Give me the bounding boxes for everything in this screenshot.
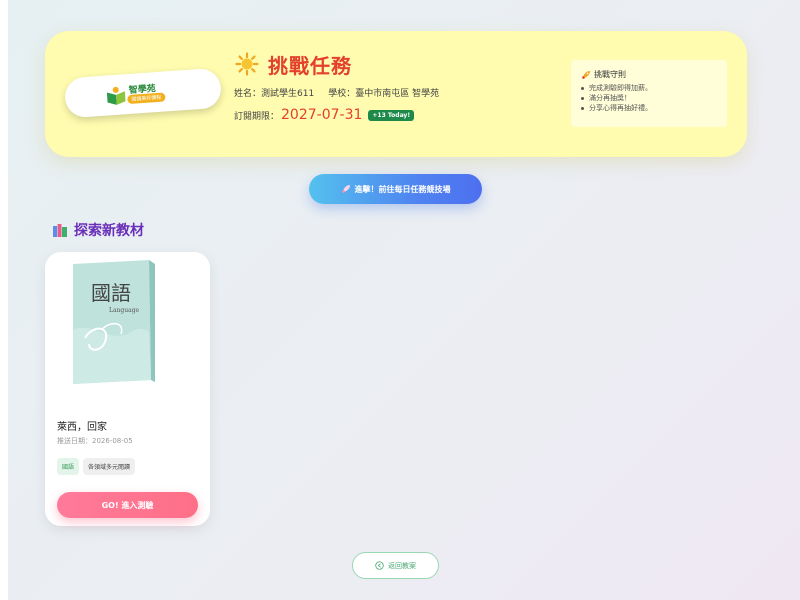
student-info: 姓名：測試學生611 學校：臺中市南屯區 智學苑 (234, 86, 439, 99)
expiry-label: 訂閱期限： (234, 111, 280, 122)
rule-item: 分享心得再抽好禮。 (581, 104, 652, 112)
student-label: 姓名： (234, 89, 262, 99)
material-date: 推送日期：2026-08-05 (57, 436, 133, 446)
section-heading: 探索新教材 (52, 220, 144, 240)
daily-arena-button[interactable]: 進擊！前往每日任務競技場 (309, 174, 482, 204)
rules-heading: 挑戰守則 (581, 69, 626, 80)
subject-tag: 國語 (57, 458, 80, 475)
books-icon (53, 224, 67, 237)
rule-item: 滿分再抽獎！ (581, 93, 652, 103)
rules-list: 完成測驗即得加薪。 滿分再抽獎！ 分享心得再抽好禮。 (581, 83, 652, 113)
book-cover: 國語 Language (73, 260, 155, 384)
cover-title: 國語 (91, 281, 131, 305)
section-title: 探索新教材 (74, 223, 144, 239)
challenge-header: 智學苑 閱讀美好課程 挑戰任務 姓名：測試學生611 學校：臺中市南屯區 智學苑 … (45, 31, 747, 157)
school-label: 學校： (328, 89, 356, 99)
daily-arena-label: 進擊！前往每日任務競技場 (354, 184, 451, 194)
page-title: 挑戰任務 (268, 53, 352, 78)
expiry-date: 2027-07-31 (281, 107, 363, 123)
rules-title: 挑戰守則 (594, 70, 626, 79)
back-to-lesson-button[interactable]: 返回教案 (352, 552, 439, 579)
rocket-icon (582, 70, 590, 79)
book-logo-icon (106, 86, 126, 105)
school-name: 臺中市南屯區 智學苑 (355, 89, 440, 99)
rocket-icon (341, 185, 350, 193)
back-arrow-icon (375, 561, 384, 570)
material-tags: 國語 各領域多元閱讀 (57, 458, 139, 475)
sun-icon (235, 52, 259, 76)
date-value: 2026-08-05 (92, 437, 133, 445)
cover-subtitle: Language (109, 307, 140, 314)
student-name: 測試學生611 (261, 89, 315, 99)
back-label: 返回教案 (388, 561, 416, 570)
brand-tagline: 閱讀美好課程 (127, 92, 166, 105)
start-quiz-button[interactable]: GO! 進入測驗 (57, 492, 198, 518)
category-tag: 各領域多元閱讀 (83, 458, 136, 475)
material-title: 萊西，回家 (57, 422, 107, 433)
material-card[interactable]: 國語 Language 萊西，回家 推送日期：2026-08-05 國語 各領域… (45, 252, 210, 526)
rule-item: 完成測驗即得加薪。 (581, 84, 652, 92)
today-badge: +13 Today! (368, 109, 415, 121)
window-edge (0, 0, 8, 600)
title-row: 挑戰任務 (235, 50, 352, 78)
brand-logo[interactable]: 智學苑 閱讀美好課程 (63, 67, 223, 119)
subscription-info: 訂閱期限： 2027-07-31 +13 Today! (234, 107, 415, 123)
rules-box: 挑戰守則 完成測驗即得加薪。 滿分再抽獎！ 分享心得再抽好禮。 (571, 60, 727, 127)
date-label: 推送日期： (57, 437, 92, 445)
